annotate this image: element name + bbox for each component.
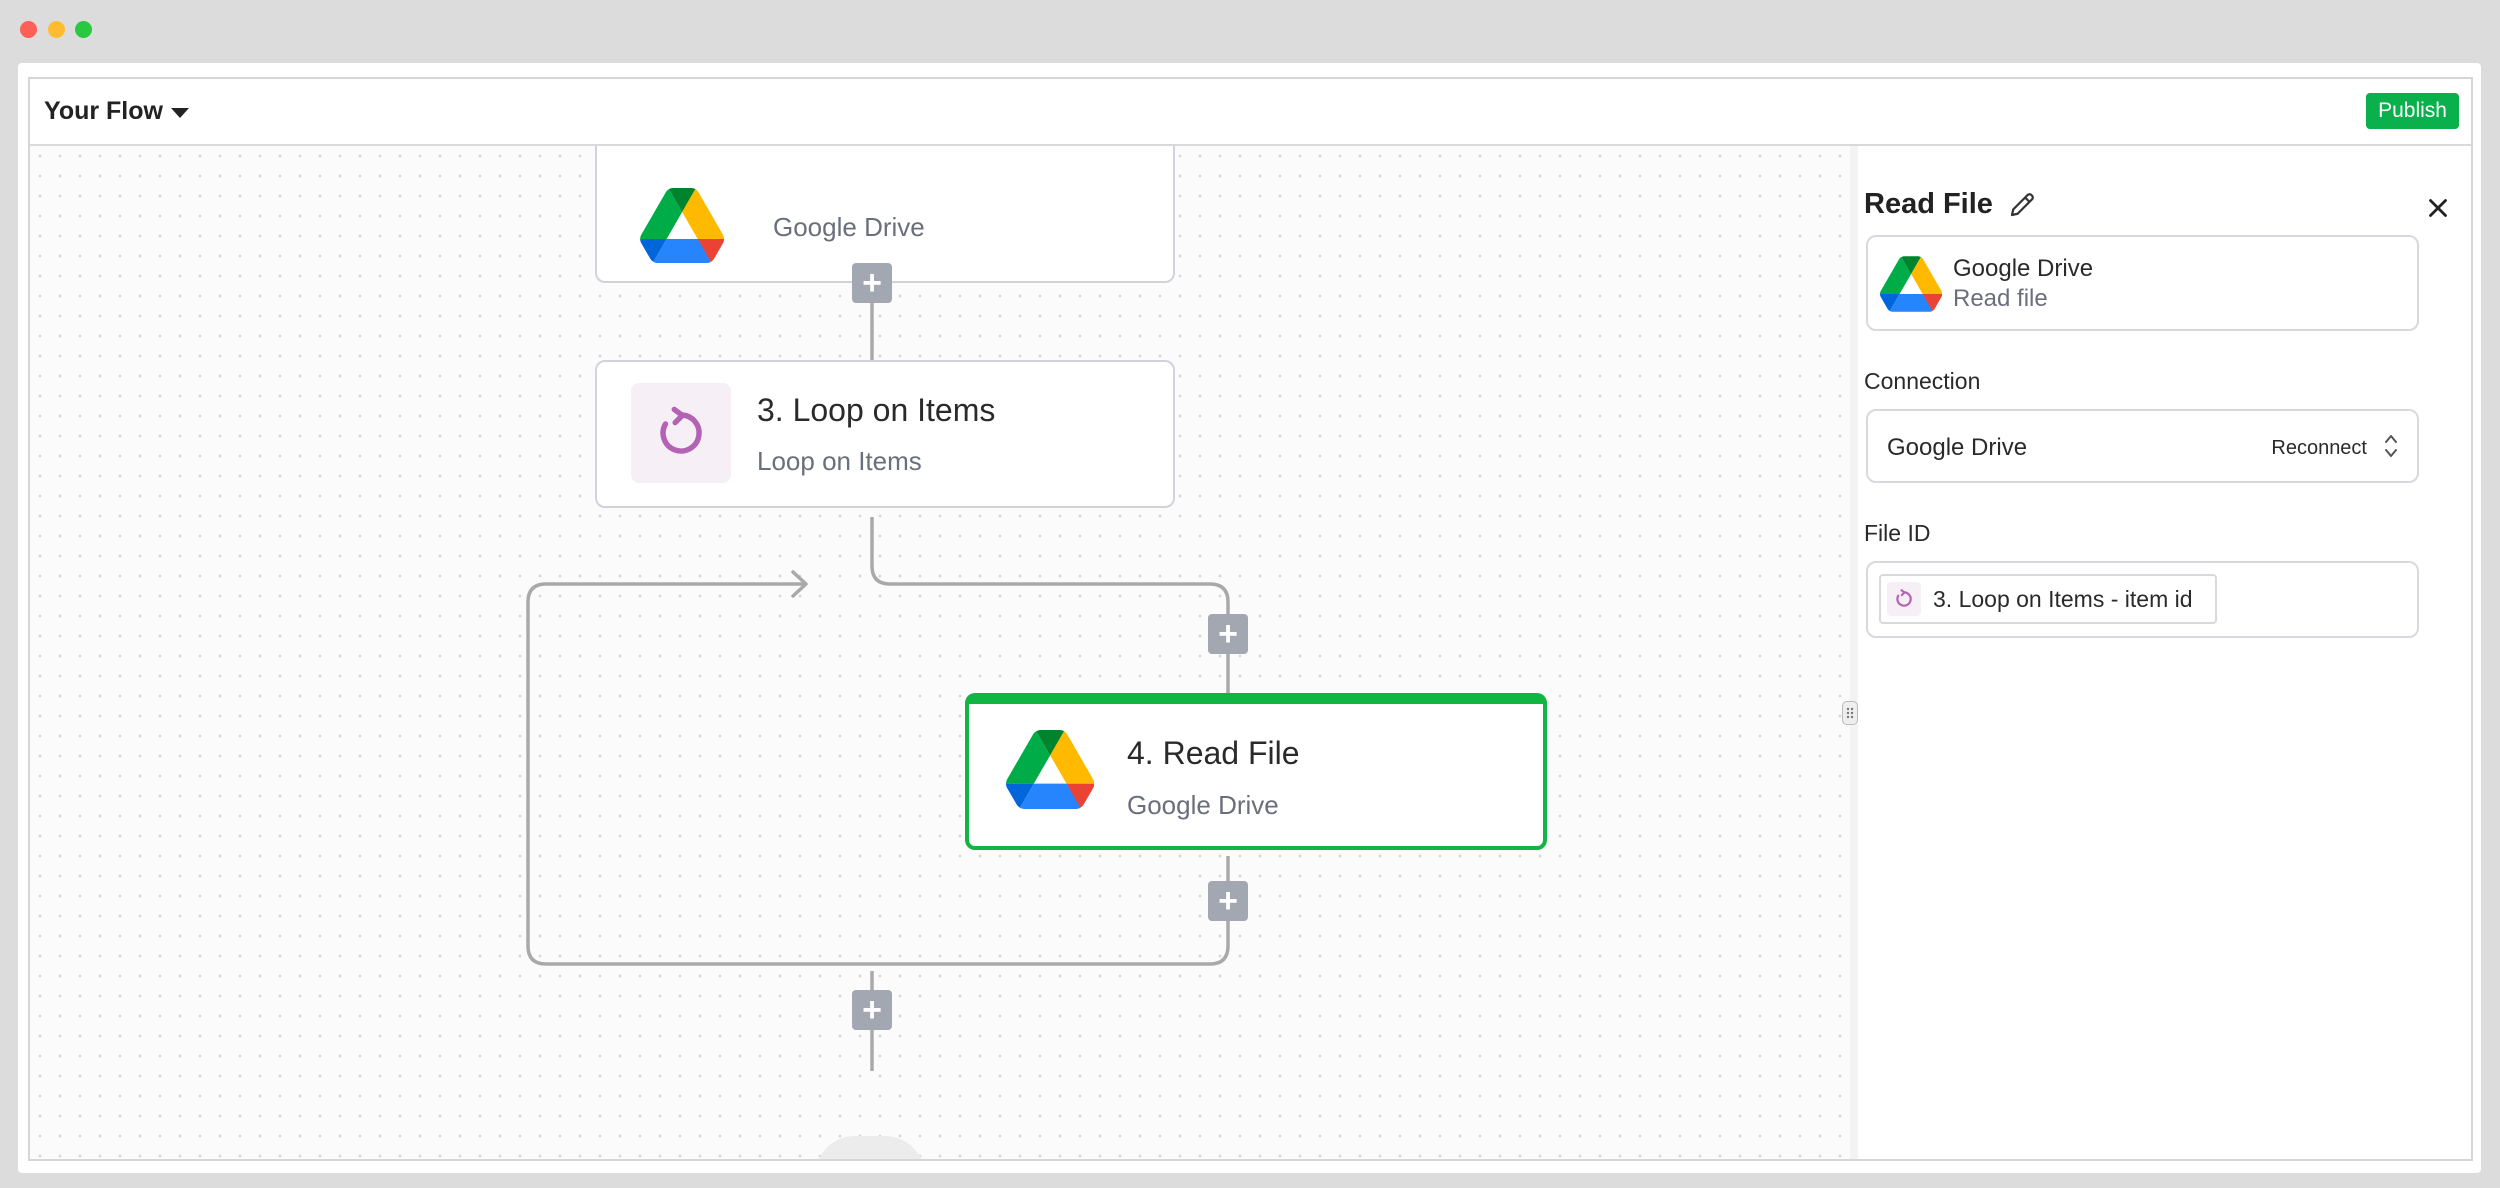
add-step-button[interactable]: + <box>1208 614 1248 654</box>
window-minimize-dot[interactable] <box>48 21 65 38</box>
panel-resize-handle[interactable] <box>1842 701 1858 725</box>
pencil-icon[interactable] <box>2007 190 2037 220</box>
file-id-input[interactable]: 3. Loop on Items - item id <box>1866 561 2419 638</box>
reconnect-button[interactable]: Reconnect <box>2271 437 2367 460</box>
loop-icon <box>1896 589 1912 607</box>
close-icon[interactable] <box>2423 193 2453 223</box>
window-maximize-dot[interactable] <box>75 21 92 38</box>
step-name: Read File <box>1864 188 1993 220</box>
loop-icon <box>660 406 702 454</box>
builder-header: Your Flow Publish <box>30 79 2471 146</box>
flow-name-dropdown[interactable]: Your Flow <box>44 97 189 126</box>
node-subtitle: Loop on Items <box>757 446 922 476</box>
add-step-button[interactable]: + <box>852 263 892 303</box>
chip-text: 3. Loop on Items - item id <box>1933 585 2193 612</box>
connection-select[interactable]: Google Drive Reconnect <box>1866 409 2419 483</box>
window-close-dot[interactable] <box>20 21 37 38</box>
loop-icon-box <box>631 383 731 483</box>
publish-button[interactable]: Publish <box>2366 93 2459 129</box>
piece-info-card: Google Drive Read file <box>1866 235 2419 331</box>
connection-value: Google Drive <box>1887 434 2028 461</box>
caret-down-icon <box>170 108 189 118</box>
flow-step-read-file[interactable]: 4. Read File Google Drive <box>965 693 1547 850</box>
file-id-reference-chip[interactable]: 3. Loop on Items - item id <box>1879 574 2217 624</box>
piece-name: Google Drive <box>1953 255 2094 282</box>
flow-name: Your Flow <box>44 97 163 125</box>
google-drive-icon <box>1006 730 1094 809</box>
node-title: 4. Read File <box>1127 735 1300 771</box>
add-step-button[interactable]: + <box>1208 881 1248 921</box>
piece-action: Read file <box>1953 285 2048 312</box>
flow-canvas[interactable]: Google Drive + 3. Loop on Items Loop on … <box>30 146 1850 1159</box>
panel-separator <box>1850 146 1858 1159</box>
node-subtitle: Google Drive <box>1127 790 1279 820</box>
connection-label: Connection <box>1864 368 1981 394</box>
google-drive-icon <box>640 188 725 263</box>
drag-handle-icon <box>1846 707 1854 719</box>
google-drive-icon <box>1880 256 1942 312</box>
loop-icon-box <box>1887 582 1921 616</box>
flow-builder: Your Flow Publish Google Drive + 3. Loop… <box>28 77 2473 1161</box>
node-title: 3. Loop on Items <box>757 392 996 428</box>
node-subtitle: Google Drive <box>773 212 925 242</box>
chevron-up-down-icon <box>2385 435 2397 457</box>
step-settings-panel: Read File Google Drive Read file Connect… <box>1858 146 2471 1159</box>
file-id-label: File ID <box>1864 520 1931 546</box>
add-step-button[interactable]: + <box>852 990 892 1030</box>
flow-edges <box>526 283 1242 1071</box>
flow-step-loop-on-items[interactable]: 3. Loop on Items Loop on Items <box>595 360 1175 508</box>
panel-title: Read File <box>1864 188 2037 221</box>
